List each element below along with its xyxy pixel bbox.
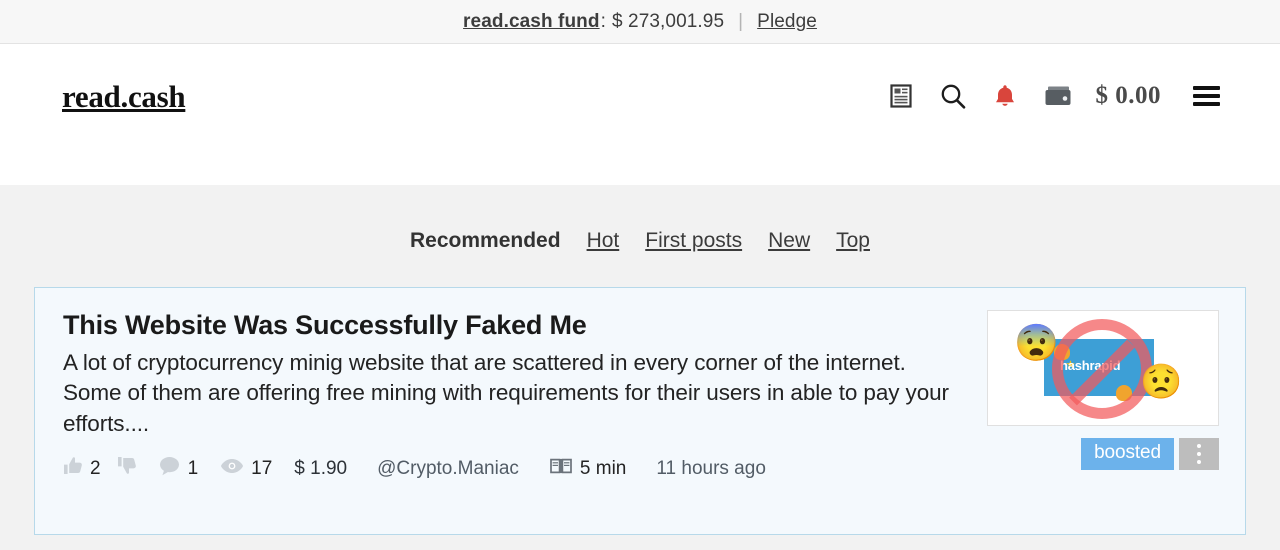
fund-link[interactable]: read.cash fund	[463, 11, 600, 33]
fund-bar: read.cash fund: $ 273,001.95 | Pledge	[0, 0, 1280, 44]
post-timestamp: 11 hours ago	[656, 457, 766, 479]
eye-icon	[220, 458, 244, 480]
feed-tabs: Recommended Hot First posts New Top	[0, 185, 1280, 253]
tab-new[interactable]: New	[768, 229, 810, 253]
search-icon[interactable]	[940, 83, 966, 109]
read-time: 5 min	[579, 457, 627, 479]
tab-recommended[interactable]: Recommended	[410, 229, 561, 253]
post-options-kebab-icon[interactable]	[1179, 438, 1219, 470]
views-count: 17	[251, 457, 273, 479]
thumbs-down-icon[interactable]	[117, 456, 137, 481]
views-stat: 17	[220, 458, 272, 480]
header-actions: $ 0.00	[889, 82, 1220, 110]
post-card-controls: boosted	[1081, 438, 1219, 470]
downvote-stat[interactable]	[117, 456, 137, 481]
comment-icon[interactable]	[159, 456, 181, 482]
wallet-icon[interactable]	[1044, 85, 1072, 107]
wallet-balance[interactable]: $ 0.00	[1096, 82, 1162, 110]
articles-icon[interactable]	[889, 84, 912, 108]
tab-hot[interactable]: Hot	[587, 229, 620, 253]
post-meta: 2 1 17 $ 1.90 @Crypto.Maniac 5 min 11 ho…	[63, 456, 969, 482]
prohibition-sign-icon	[1052, 319, 1152, 419]
post-card-body: This Website Was Successfully Faked Me A…	[63, 310, 987, 534]
pledge-link[interactable]: Pledge	[757, 11, 817, 33]
worried-face-emoji: 😟	[1140, 363, 1183, 401]
bell-icon[interactable]	[994, 84, 1016, 109]
comment-count: 1	[187, 457, 199, 479]
post-card[interactable]: This Website Was Successfully Faked Me A…	[34, 287, 1246, 535]
read-time-stat: 5 min	[549, 457, 626, 481]
site-header: read.cash $ 0.00	[0, 44, 1280, 185]
comment-stat[interactable]: 1	[159, 456, 199, 482]
shocked-face-emoji: 😨	[1014, 322, 1059, 363]
fund-amount: $ 273,001.95	[611, 10, 725, 32]
tab-top[interactable]: Top	[836, 229, 870, 253]
thumbs-up-icon[interactable]	[63, 456, 83, 481]
post-thumbnail[interactable]: hashrapid 😨 😟	[987, 310, 1219, 426]
fund-separator: |	[738, 10, 744, 32]
hamburger-menu-icon[interactable]	[1193, 86, 1220, 106]
boosted-badge: boosted	[1081, 438, 1174, 470]
upvote-count: 2	[90, 457, 101, 479]
fund-colon: :	[600, 10, 606, 32]
open-book-icon	[549, 457, 573, 481]
post-author[interactable]: @Crypto.Maniac	[377, 458, 519, 480]
upvote-stat[interactable]: 2	[63, 456, 101, 481]
tab-first-posts[interactable]: First posts	[645, 229, 742, 253]
post-title[interactable]: This Website Was Successfully Faked Me	[63, 310, 969, 342]
post-excerpt: A lot of cryptocurrency minig website th…	[63, 349, 949, 437]
post-card-aside: hashrapid 😨 😟 boosted	[987, 310, 1219, 534]
tip-amount: $ 1.90	[294, 457, 348, 479]
site-logo[interactable]: read.cash	[62, 81, 186, 112]
